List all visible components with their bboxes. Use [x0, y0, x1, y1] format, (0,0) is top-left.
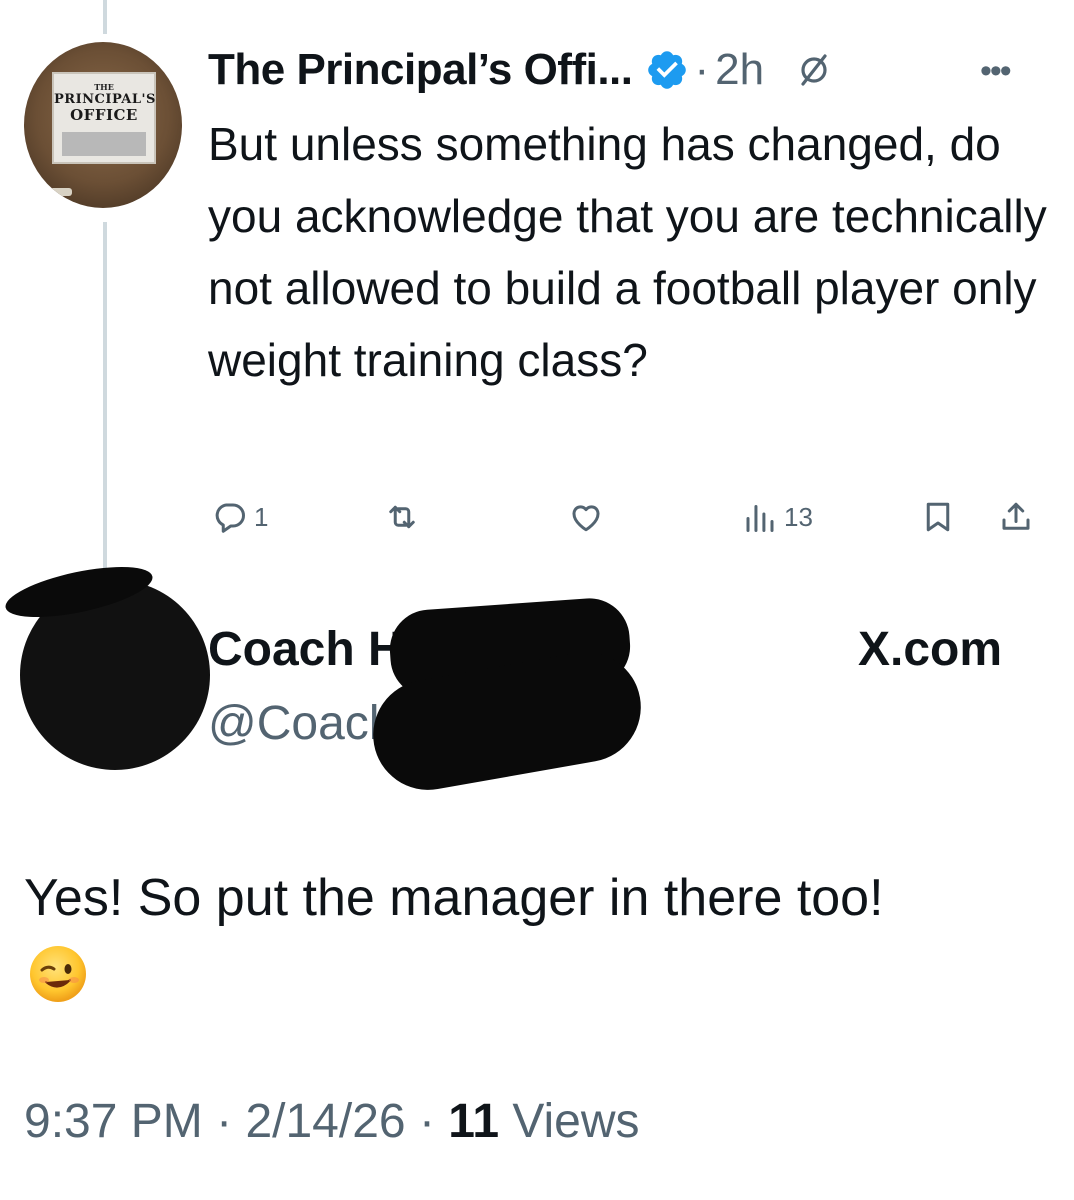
reply-icon — [215, 503, 245, 533]
grok-icon[interactable] — [794, 50, 834, 90]
avatar-sign-line3: OFFICE — [70, 106, 138, 124]
views-count: 13 — [784, 501, 813, 532]
footer-date[interactable]: 2/14/26 — [245, 1095, 405, 1148]
heart-icon — [572, 505, 600, 532]
footer-time[interactable]: 9:37 PM — [24, 1095, 203, 1148]
reply-count: 1 — [254, 501, 269, 532]
author-handle[interactable]: @Coach — [208, 696, 395, 751]
tweet-actions: 1 13 — [208, 492, 1044, 542]
footer-views-count[interactable]: 11 — [448, 1095, 499, 1148]
footer-views-label: Views — [512, 1095, 640, 1148]
views-button[interactable]: 13 — [742, 492, 813, 542]
share-icon — [1002, 502, 1030, 530]
analytics-icon — [746, 505, 774, 532]
avatar[interactable]: THE PRINCIPAL'S OFFICE — [24, 42, 182, 208]
header-separator: · — [694, 45, 710, 94]
footer-separator: · — [216, 1095, 233, 1148]
thread-line-top — [103, 0, 107, 34]
avatar-sign-line2: PRINCIPAL'S — [54, 92, 156, 107]
avatar-door-handle — [50, 188, 72, 196]
tweet-text: But unless something has changed, do you… — [208, 118, 1047, 386]
winking-face-emoji-icon — [30, 946, 86, 1002]
like-button[interactable] — [568, 492, 610, 542]
more-options-icon[interactable]: ••• — [980, 52, 1012, 91]
reply-text: Yes! So put the manager in there too! — [24, 869, 884, 927]
share-button[interactable] — [998, 492, 1034, 542]
reply-button[interactable]: 1 — [212, 492, 268, 542]
repost-button[interactable] — [384, 492, 426, 542]
avatar-door-glass — [62, 132, 146, 156]
tweet-time[interactable]: 2h — [715, 45, 764, 95]
footer-separator: · — [418, 1095, 435, 1148]
repost-icon — [389, 505, 415, 529]
source-label: X.com — [858, 623, 1003, 676]
tweet-header: The Principal’s Offi... · 2h — [208, 42, 834, 98]
display-name[interactable]: The Principal’s Offi... — [208, 45, 633, 95]
bookmark-button[interactable] — [920, 492, 956, 542]
avatar-door-sign: THE PRINCIPAL'S OFFICE — [52, 72, 156, 164]
thread-line-bottom — [103, 222, 107, 574]
avatar-sign-line1: THE — [94, 82, 114, 92]
verified-badge-icon — [647, 51, 686, 89]
tweet-timestamp: 9:37 PM · 2/14/26 · 11 Views — [24, 1094, 640, 1149]
bookmark-icon — [926, 502, 950, 532]
